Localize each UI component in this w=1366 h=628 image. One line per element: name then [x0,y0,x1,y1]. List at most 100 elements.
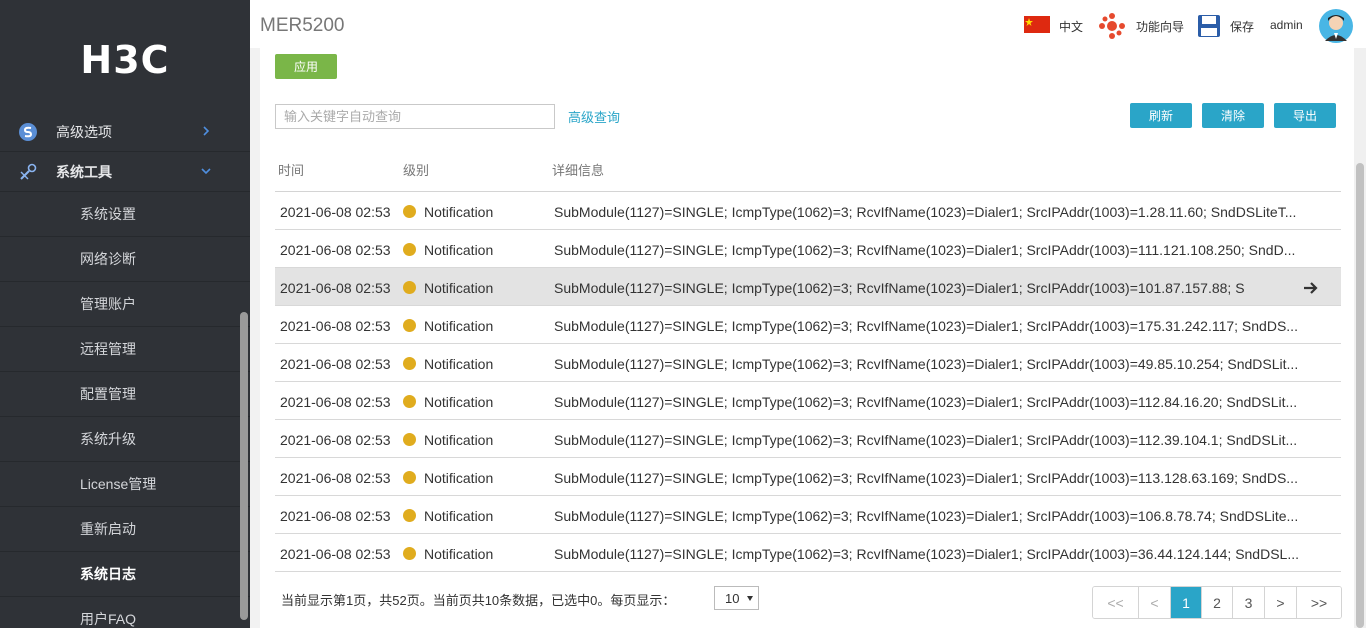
avatar[interactable] [1319,9,1353,43]
table-row[interactable]: 2021-06-08 02:53 Notification SubModule(… [275,458,1341,496]
cell-detail: SubModule(1127)=SINGLE; IcmpType(1062)=3… [554,470,1298,486]
notification-dot-icon [403,509,416,522]
notification-dot-icon [403,357,416,370]
column-header-detail[interactable]: 详细信息 [552,160,604,179]
last-page-button[interactable]: >> [1297,587,1341,618]
sidebar-item-label: 高级选项 [56,123,112,140]
cell-time: 2021-06-08 02:53 [280,508,391,524]
notification-dot-icon [403,281,416,294]
advanced-search-link[interactable]: 高级查询 [568,107,620,126]
pagination-status: 当前显示第1页，共52页。当前页共10条数据，已选中0。每页显示： [281,593,676,608]
sidebar-scrollbar[interactable] [240,312,248,620]
arrow-right-icon[interactable] [1303,281,1319,295]
table-row[interactable]: 2021-06-08 02:53 Notification SubModule(… [275,496,1341,534]
notification-dot-icon [403,205,416,218]
prev-page-button[interactable]: < [1139,587,1171,618]
first-page-button[interactable]: << [1093,587,1139,618]
column-header-time[interactable]: 时间 [278,160,304,179]
cell-time: 2021-06-08 02:53 [280,280,391,296]
cell-detail: SubModule(1127)=SINGLE; IcmpType(1062)=3… [554,280,1245,296]
cell-level: Notification [424,470,494,486]
china-flag-icon[interactable] [1024,16,1050,33]
cell-time: 2021-06-08 02:53 [280,546,391,562]
save-link[interactable]: 保存 [1230,18,1254,35]
sidebar-item-admin-accounts[interactable]: 管理账户 [0,282,250,327]
column-header-level[interactable]: 级别 [403,160,429,179]
cell-level: Notification [424,318,494,334]
page-2-button[interactable]: 2 [1202,587,1233,618]
search-input[interactable] [275,104,555,129]
advanced-options-icon [19,122,37,141]
cell-detail: SubModule(1127)=SINGLE; IcmpType(1062)=3… [554,432,1298,448]
sidebar-item-label: 系统工具 [56,163,112,180]
notification-dot-icon [403,471,416,484]
sidebar-item-remote-management[interactable]: 远程管理 [0,327,250,372]
sidebar-item-reboot[interactable]: 重新启动 [0,507,250,552]
cell-time: 2021-06-08 02:53 [280,470,391,486]
caret-down-icon [747,596,753,601]
cell-detail: SubModule(1127)=SINGLE; IcmpType(1062)=3… [554,508,1299,524]
cell-time: 2021-06-08 02:53 [280,318,391,334]
apply-button[interactable]: 应用 [275,54,337,79]
cell-level: Notification [424,242,494,258]
cell-level: Notification [424,204,494,220]
notification-dot-icon [403,433,416,446]
sidebar-item-config-management[interactable]: 配置管理 [0,372,250,417]
chevron-right-icon [203,126,210,136]
page-1-button[interactable]: 1 [1171,587,1202,618]
chevron-down-icon [201,168,211,175]
sidebar-item-system-tools[interactable]: 系统工具 [0,152,250,192]
page-3-button[interactable]: 3 [1233,587,1265,618]
table-row[interactable]: 2021-06-08 02:53 Notification SubModule(… [275,268,1341,306]
log-table-body: 2021-06-08 02:53 Notification SubModule(… [275,192,1341,572]
clear-button[interactable]: 清除 [1202,103,1264,128]
sidebar-item-system-log[interactable]: 系统日志 [0,552,250,597]
username[interactable]: admin [1270,18,1303,32]
language-switch[interactable]: 中文 [1059,18,1083,35]
next-page-button[interactable]: > [1265,587,1297,618]
table-row[interactable]: 2021-06-08 02:53 Notification SubModule(… [275,306,1341,344]
notification-dot-icon [403,395,416,408]
export-button[interactable]: 导出 [1274,103,1336,128]
tools-icon [20,163,37,180]
sidebar-item-system-settings[interactable]: 系统设置 [0,192,250,237]
cell-time: 2021-06-08 02:53 [280,242,391,258]
notification-dot-icon [403,319,416,332]
table-row[interactable]: 2021-06-08 02:53 Notification SubModule(… [275,192,1341,230]
table-row[interactable]: 2021-06-08 02:53 Notification SubModule(… [275,230,1341,268]
logo-text: H3C [80,42,169,78]
table-row[interactable]: 2021-06-08 02:53 Notification SubModule(… [275,382,1341,420]
page-size-value: 10 [725,591,740,606]
sidebar-item-network-diagnosis[interactable]: 网络诊断 [0,237,250,282]
sidebar-item-system-upgrade[interactable]: 系统升级 [0,417,250,462]
table-row[interactable]: 2021-06-08 02:53 Notification SubModule(… [275,534,1341,572]
pagination: << < 1 2 3 > >> [1092,586,1342,619]
wizard-icon[interactable] [1098,12,1126,40]
cell-detail: SubModule(1127)=SINGLE; IcmpType(1062)=3… [554,242,1296,258]
cell-detail: SubModule(1127)=SINGLE; IcmpType(1062)=3… [554,546,1300,562]
notification-dot-icon [403,243,416,256]
sidebar-item-user-faq[interactable]: 用户FAQ [0,597,250,628]
wizard-link[interactable]: 功能向导 [1136,18,1184,35]
cell-level: Notification [424,508,494,524]
page-scrollbar[interactable] [1354,48,1366,628]
cell-level: Notification [424,280,494,296]
cell-time: 2021-06-08 02:53 [280,356,391,372]
cell-level: Notification [424,432,494,448]
refresh-button[interactable]: 刷新 [1130,103,1192,128]
sidebar: H3C 高级选项 系统工具 系统设置 网络诊断 管理账户 远程管理 配置管理 系… [0,0,250,628]
table-row[interactable]: 2021-06-08 02:53 Notification SubModule(… [275,344,1341,382]
save-icon[interactable] [1197,14,1221,38]
cell-time: 2021-06-08 02:53 [280,394,391,410]
cell-level: Notification [424,546,494,562]
table-row[interactable]: 2021-06-08 02:53 Notification SubModule(… [275,420,1341,458]
page-size-select[interactable]: 10 [714,586,759,610]
main-content: 应用 高级查询 刷新 清除 导出 时间 级别 详细信息 2021-06-08 0… [260,48,1354,628]
sidebar-item-advanced-options[interactable]: 高级选项 [0,112,250,152]
device-name: MER5200 [260,15,345,36]
cell-time: 2021-06-08 02:53 [280,204,391,220]
sidebar-item-license-management[interactable]: License管理 [0,462,250,507]
page-scrollbar-thumb[interactable] [1356,163,1364,628]
h3c-logo: H3C [80,42,169,78]
top-header: MER5200 中文 功能向导 保存 admin [250,0,1366,48]
